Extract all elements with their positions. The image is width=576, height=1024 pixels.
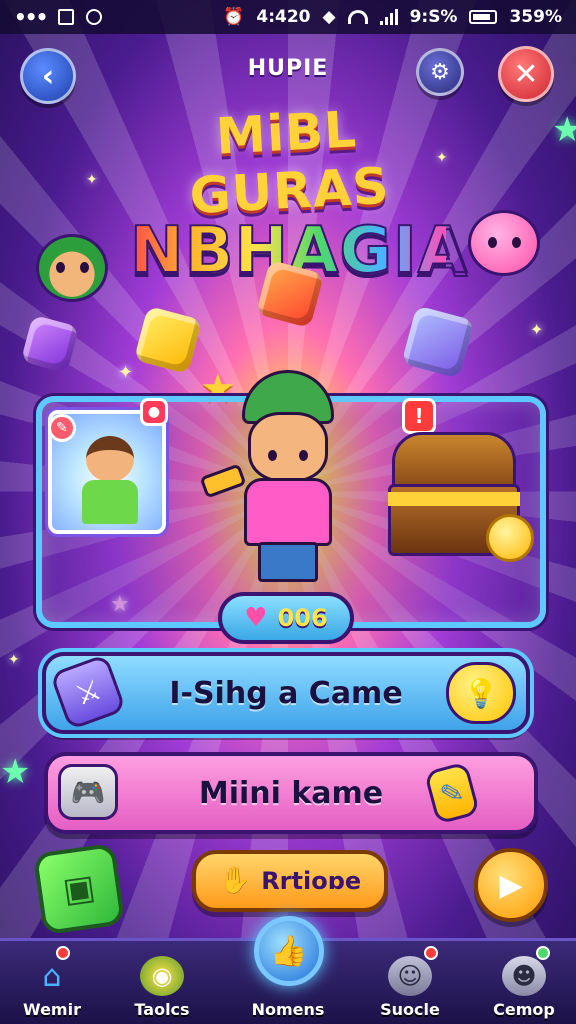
close-icon: ✕ — [513, 56, 539, 92]
sync-icon — [86, 9, 103, 25]
battery-icon — [469, 10, 498, 24]
thumbs-up-icon: 👍 — [270, 933, 308, 969]
next-button[interactable]: ▶ — [474, 848, 548, 922]
sparkle-icon: ✦ — [436, 150, 448, 166]
hint-bulb-icon: 💡 — [446, 662, 516, 724]
notification-dot — [56, 946, 70, 960]
status-dots: ••• — [14, 5, 48, 29]
nav-label: Cemop — [493, 1000, 555, 1019]
battery-percent: 359% — [509, 7, 562, 27]
nav-item-tasks[interactable]: ◉ Taolcs — [110, 941, 214, 1024]
character-head — [86, 436, 134, 482]
hammer-icon — [199, 463, 247, 499]
nav-item-social[interactable]: ☺ Suocle — [358, 941, 462, 1024]
gear-icon: ⚙ — [430, 59, 450, 85]
hero-face — [248, 412, 328, 482]
nav-label: Suocle — [380, 1000, 440, 1019]
sparkle-icon: ✦ — [530, 320, 544, 339]
character-body — [82, 480, 138, 524]
sparkle-icon: ✦ — [118, 362, 134, 383]
reward-button[interactable]: ✋ Rrtioɒe — [192, 850, 388, 912]
character-badge-icon: ✎ — [48, 414, 76, 442]
green-star-icon: ★ — [0, 752, 31, 792]
reward-label: Rrtioɒe — [261, 867, 362, 895]
nav-item-home[interactable]: ⌂ Wemir — [0, 941, 104, 1024]
ticket-icon: ✎ — [423, 761, 481, 825]
settings-button[interactable]: ⚙ — [416, 48, 464, 96]
score-value: 006 — [277, 604, 328, 632]
location-icon: ◆ — [322, 7, 336, 27]
sim-icon — [58, 9, 75, 25]
game-logo: MiBL GURAS NBHAGIA — [129, 100, 468, 289]
cards-button[interactable]: ▣ — [32, 842, 126, 936]
hero-character — [199, 360, 370, 600]
blue-heart-gem-icon — [401, 305, 475, 379]
score-pill: ♥ 006 — [218, 592, 354, 644]
status-bar: ••• ⏰ 4:420 ◆ 9:S% 359% — [0, 0, 576, 34]
nav-label: Wemir — [23, 1000, 81, 1019]
notification-dot — [536, 946, 550, 960]
header-title: HUPIE — [247, 56, 329, 81]
gold-coin-icon — [486, 514, 534, 562]
alert-badge: ! — [402, 398, 436, 434]
hand-icon: ✋ — [218, 866, 252, 896]
mini-game-label: Miini kame — [198, 775, 384, 811]
green-star-icon: ★ — [552, 110, 576, 150]
hero-legs — [258, 542, 318, 582]
signal-icon — [379, 9, 398, 25]
heart-icon: ♥ — [244, 603, 268, 633]
mini-game-button[interactable]: 🎮 Miini kame ✎ — [44, 752, 538, 834]
yellow-gem-icon — [133, 305, 203, 375]
profile-icon: ☻ — [502, 956, 546, 996]
play-game-button[interactable]: ⚔ I-Sihg a Came 💡 — [42, 652, 530, 734]
sparkle-icon: ✦ — [8, 652, 20, 668]
status-time: 4:420 — [256, 7, 311, 27]
play-arrow-icon: ▶ — [499, 867, 523, 903]
alarm-icon: ⏰ — [223, 7, 245, 27]
mascot-boy-icon — [36, 234, 108, 302]
cards-icon: ▣ — [60, 866, 98, 912]
gamepad-icon: 🎮 — [58, 764, 118, 820]
hero-shirt — [244, 478, 332, 546]
sparkle-icon: ✦ — [86, 172, 98, 188]
purple-gem-icon — [20, 314, 80, 374]
signal-text: 9:S% — [409, 7, 458, 27]
logo-line-1: MiBL GURAS — [188, 100, 391, 226]
globe-icon: ◉ — [140, 956, 184, 996]
center-thumbs-up-button[interactable]: 👍 — [254, 916, 324, 986]
wifi-icon — [347, 10, 368, 24]
nav-label: Taolcs — [134, 1000, 190, 1019]
friends-icon: ☺ — [388, 956, 432, 996]
lock-badge-icon: ● — [140, 398, 168, 426]
play-game-label: I-Sihg a Came — [169, 675, 403, 711]
notification-dot — [424, 946, 438, 960]
nav-label: Nomens — [251, 1000, 325, 1019]
close-button[interactable]: ✕ — [498, 46, 554, 102]
sword-icon: ⚔ — [49, 653, 127, 731]
mascot-pink-creature-icon — [468, 210, 540, 276]
nav-item-profile[interactable]: ☻ Cemop — [472, 941, 576, 1024]
home-icon: ⌂ — [42, 958, 62, 994]
